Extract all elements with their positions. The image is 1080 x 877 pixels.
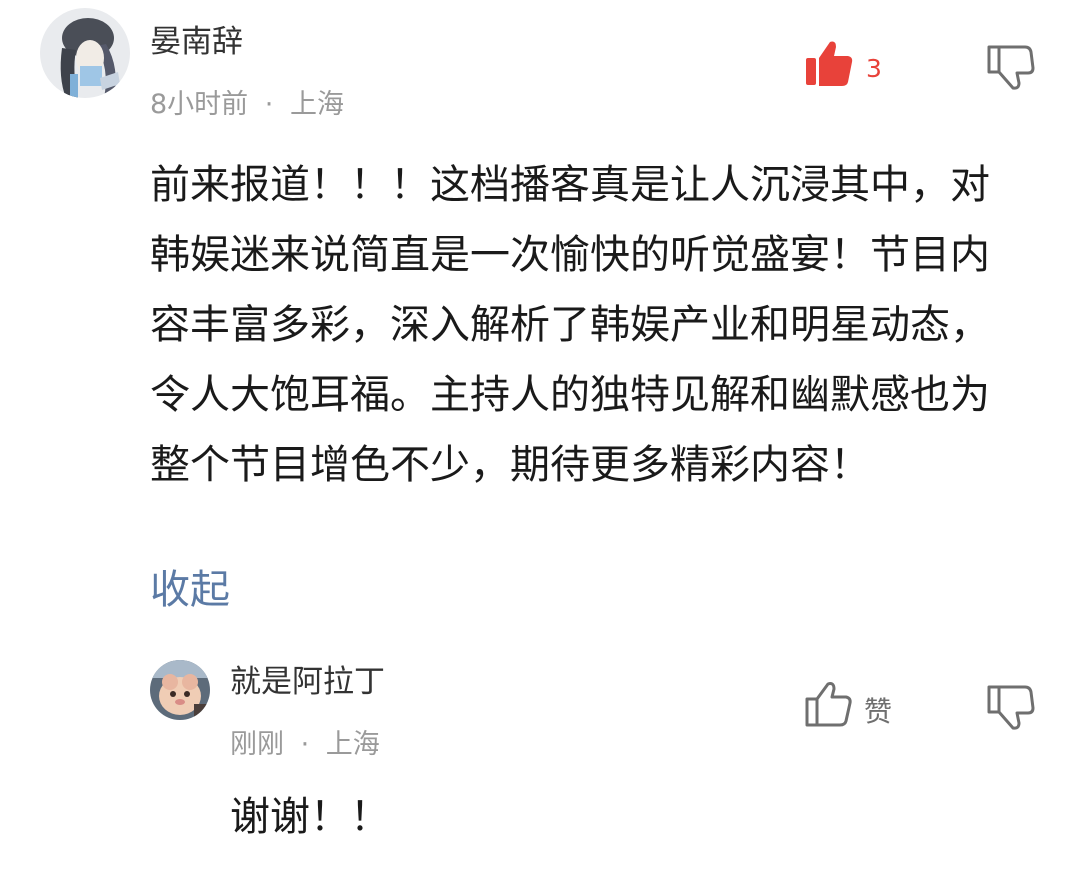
comment-location: 上海 [289, 89, 344, 120]
comment-like-button[interactable]: 3 [804, 40, 894, 90]
comment-body: 前来报道！！！这档播客真是让人沉浸其中，对韩娱迷来说简直是一次愉快的听觉盛宴！节… [150, 162, 990, 488]
thumbs-up-filled-icon [804, 40, 854, 92]
comment-meta: 8小时前 · 上海 [150, 82, 344, 121]
reply-time: 刚刚 [230, 729, 284, 760]
collapse-link[interactable]: 收起 [150, 562, 230, 618]
reply-dislike-button[interactable] [985, 682, 1035, 732]
replier-name[interactable]: 就是阿拉丁 [230, 656, 385, 701]
meta-separator: · [264, 89, 274, 120]
comment-like-count: 3 [866, 54, 882, 83]
reply-body: 谢谢！！ [230, 794, 390, 840]
comment-time: 8小时前 [150, 89, 249, 120]
comment-thread: 晏南辞 8小时前 · 上海 3 前来报道！！！这档播客真是让人沉浸其中，对韩娱迷… [0, 0, 1080, 877]
commenter-name[interactable]: 晏南辞 [150, 16, 243, 61]
thumbs-up-outline-icon [804, 680, 854, 732]
comment-dislike-button[interactable] [985, 42, 1035, 92]
thumbs-down-outline-icon [985, 685, 1035, 736]
reply-meta: 刚刚 · 上海 [230, 722, 380, 761]
reply-like-button[interactable]: 赞 [804, 680, 904, 730]
thumbs-down-outline-icon [985, 45, 1035, 96]
replier-avatar[interactable] [150, 660, 210, 720]
meta-separator: · [300, 729, 310, 760]
reply-like-label: 赞 [864, 695, 893, 728]
commenter-avatar[interactable] [40, 8, 130, 98]
reply-location: 上海 [325, 729, 380, 760]
